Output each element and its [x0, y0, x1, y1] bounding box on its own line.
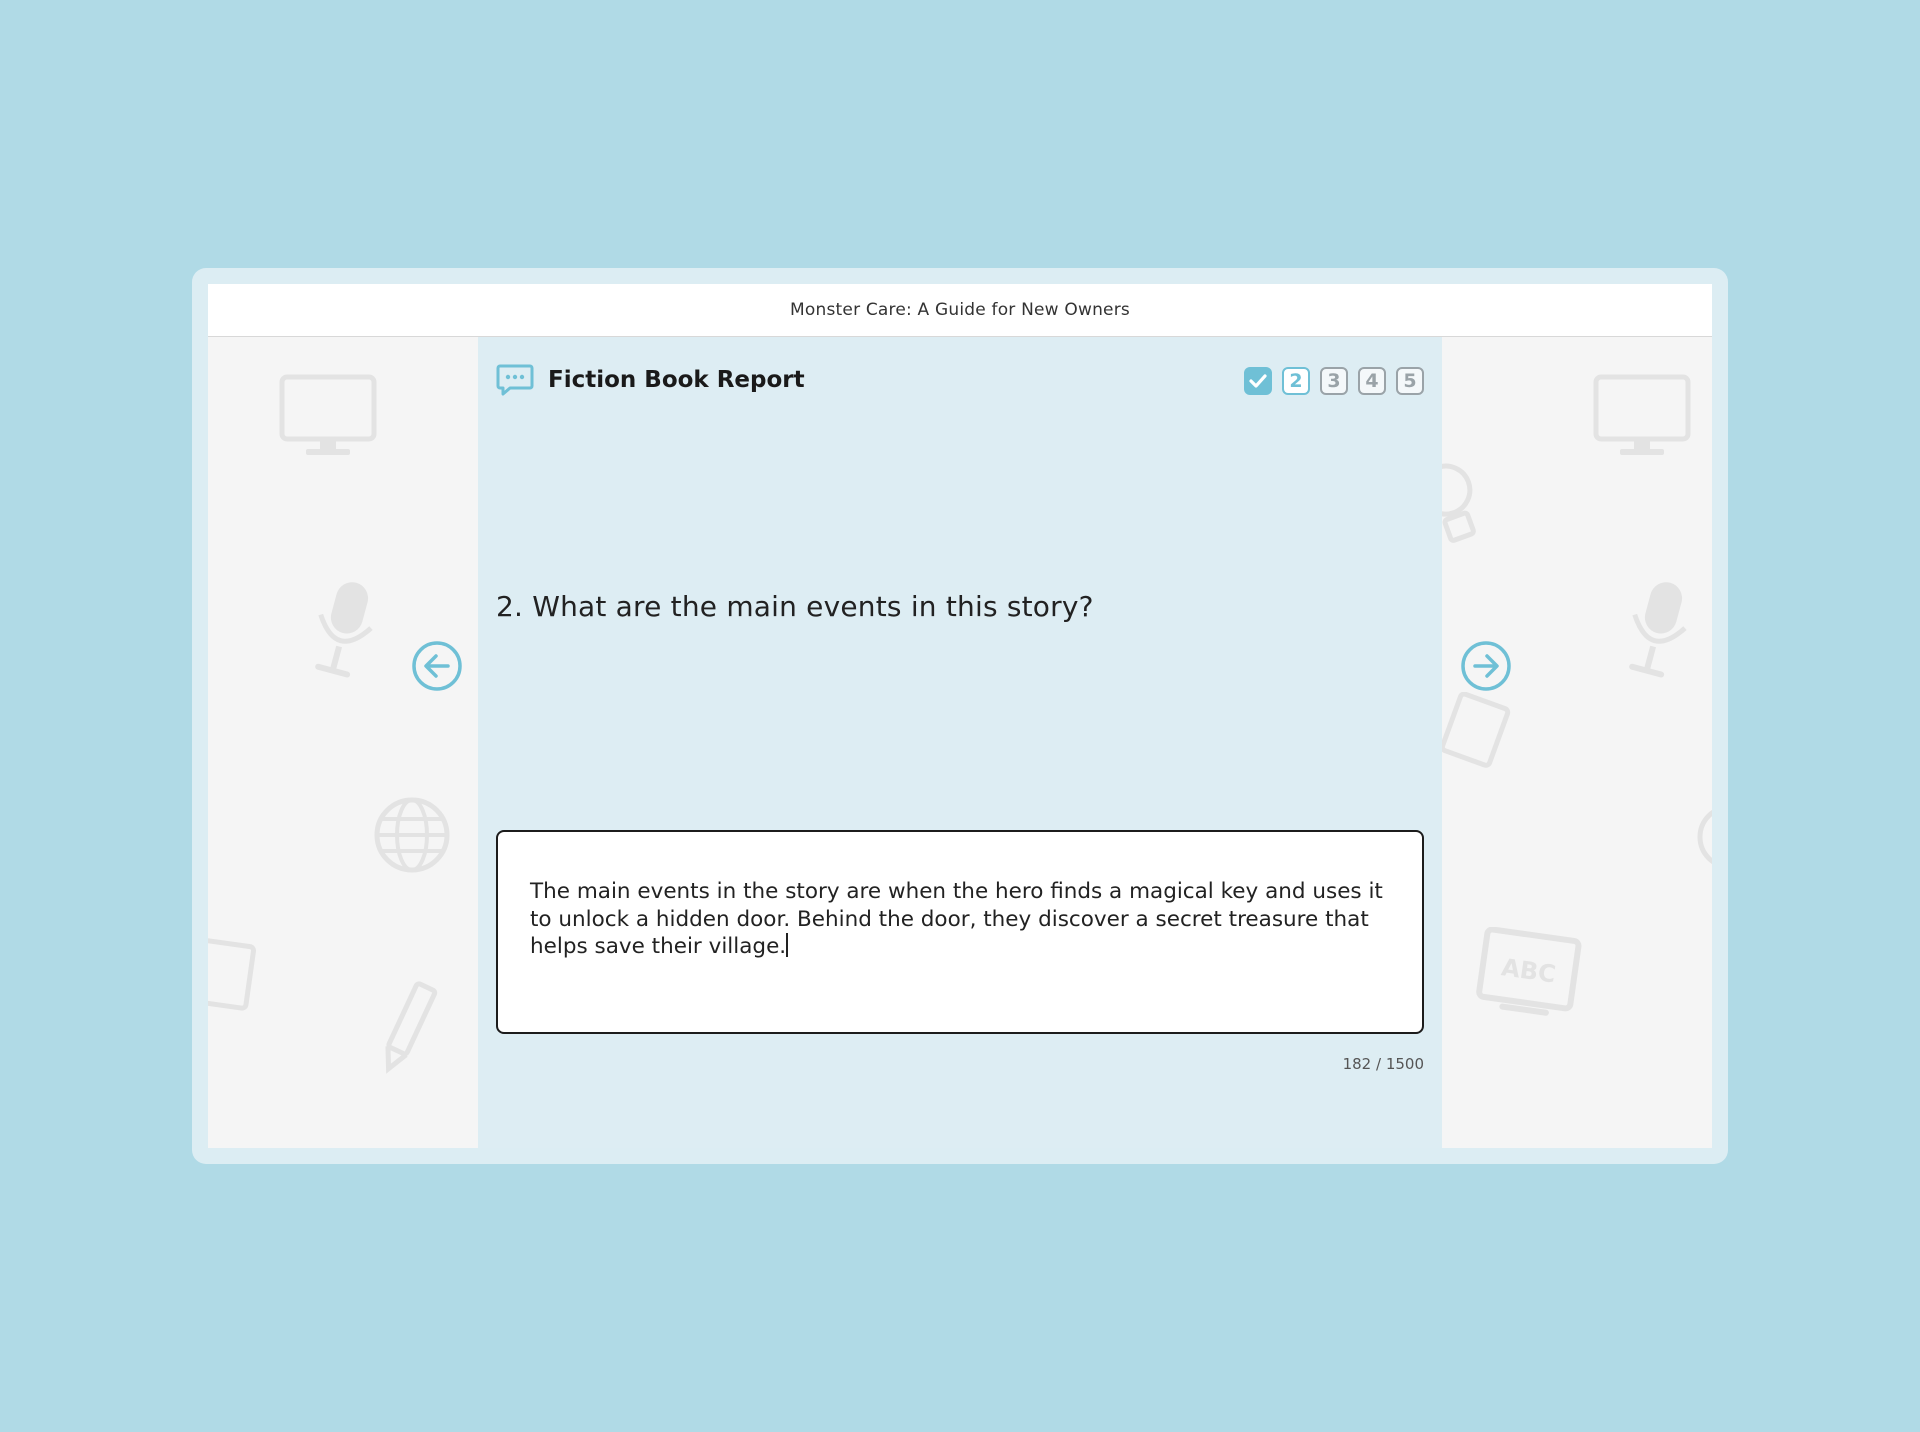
step-5[interactable]: 5 [1396, 367, 1424, 395]
check-icon [1249, 374, 1267, 388]
text-cursor [786, 933, 788, 957]
lightbulb-icon [1442, 463, 1476, 543]
monitor-icon [1593, 374, 1691, 455]
question-text: 2. What are the main events in this stor… [496, 590, 1094, 623]
pencil-icon [385, 981, 438, 1074]
character-counter: 182 / 1500 [1342, 1055, 1424, 1073]
chalkboard-abc-icon: ABC [1476, 927, 1582, 1016]
step-3[interactable]: 3 [1320, 367, 1348, 395]
right-decor-panel: ABC [1442, 337, 1712, 1148]
microphone-icon [1629, 582, 1687, 678]
chalkboard-icon [208, 937, 257, 1011]
question-panel: Fiction Book Report 2 3 4 5 2. What are … [478, 337, 1442, 1148]
activity-header: Fiction Book Report [496, 363, 805, 397]
activity-title: Fiction Book Report [548, 367, 805, 393]
app-frame: Monster Care: A Guide for New Owners ABC… [192, 268, 1728, 1164]
left-decor-panel [208, 337, 478, 1148]
globe-icon [1697, 809, 1712, 865]
answer-textarea[interactable]: The main events in the story are when th… [496, 830, 1424, 1034]
monitor-icon [279, 374, 377, 455]
chat-bubble-icon [496, 364, 534, 396]
book-icon [1442, 692, 1511, 768]
step-2[interactable]: 2 [1282, 367, 1310, 395]
step-1-completed[interactable] [1244, 367, 1272, 395]
window-title: Monster Care: A Guide for New Owners [208, 284, 1712, 337]
previous-question-button[interactable] [411, 640, 463, 692]
app-window: Monster Care: A Guide for New Owners ABC… [208, 284, 1712, 1148]
next-question-button[interactable] [1460, 640, 1512, 692]
answer-text: The main events in the story are when th… [530, 879, 1383, 959]
step-4[interactable]: 4 [1358, 367, 1386, 395]
svg-text:ABC: ABC [1500, 953, 1558, 988]
globe-icon [374, 797, 450, 873]
question-stepper: 2 3 4 5 [1244, 367, 1424, 395]
microphone-icon [315, 582, 373, 678]
